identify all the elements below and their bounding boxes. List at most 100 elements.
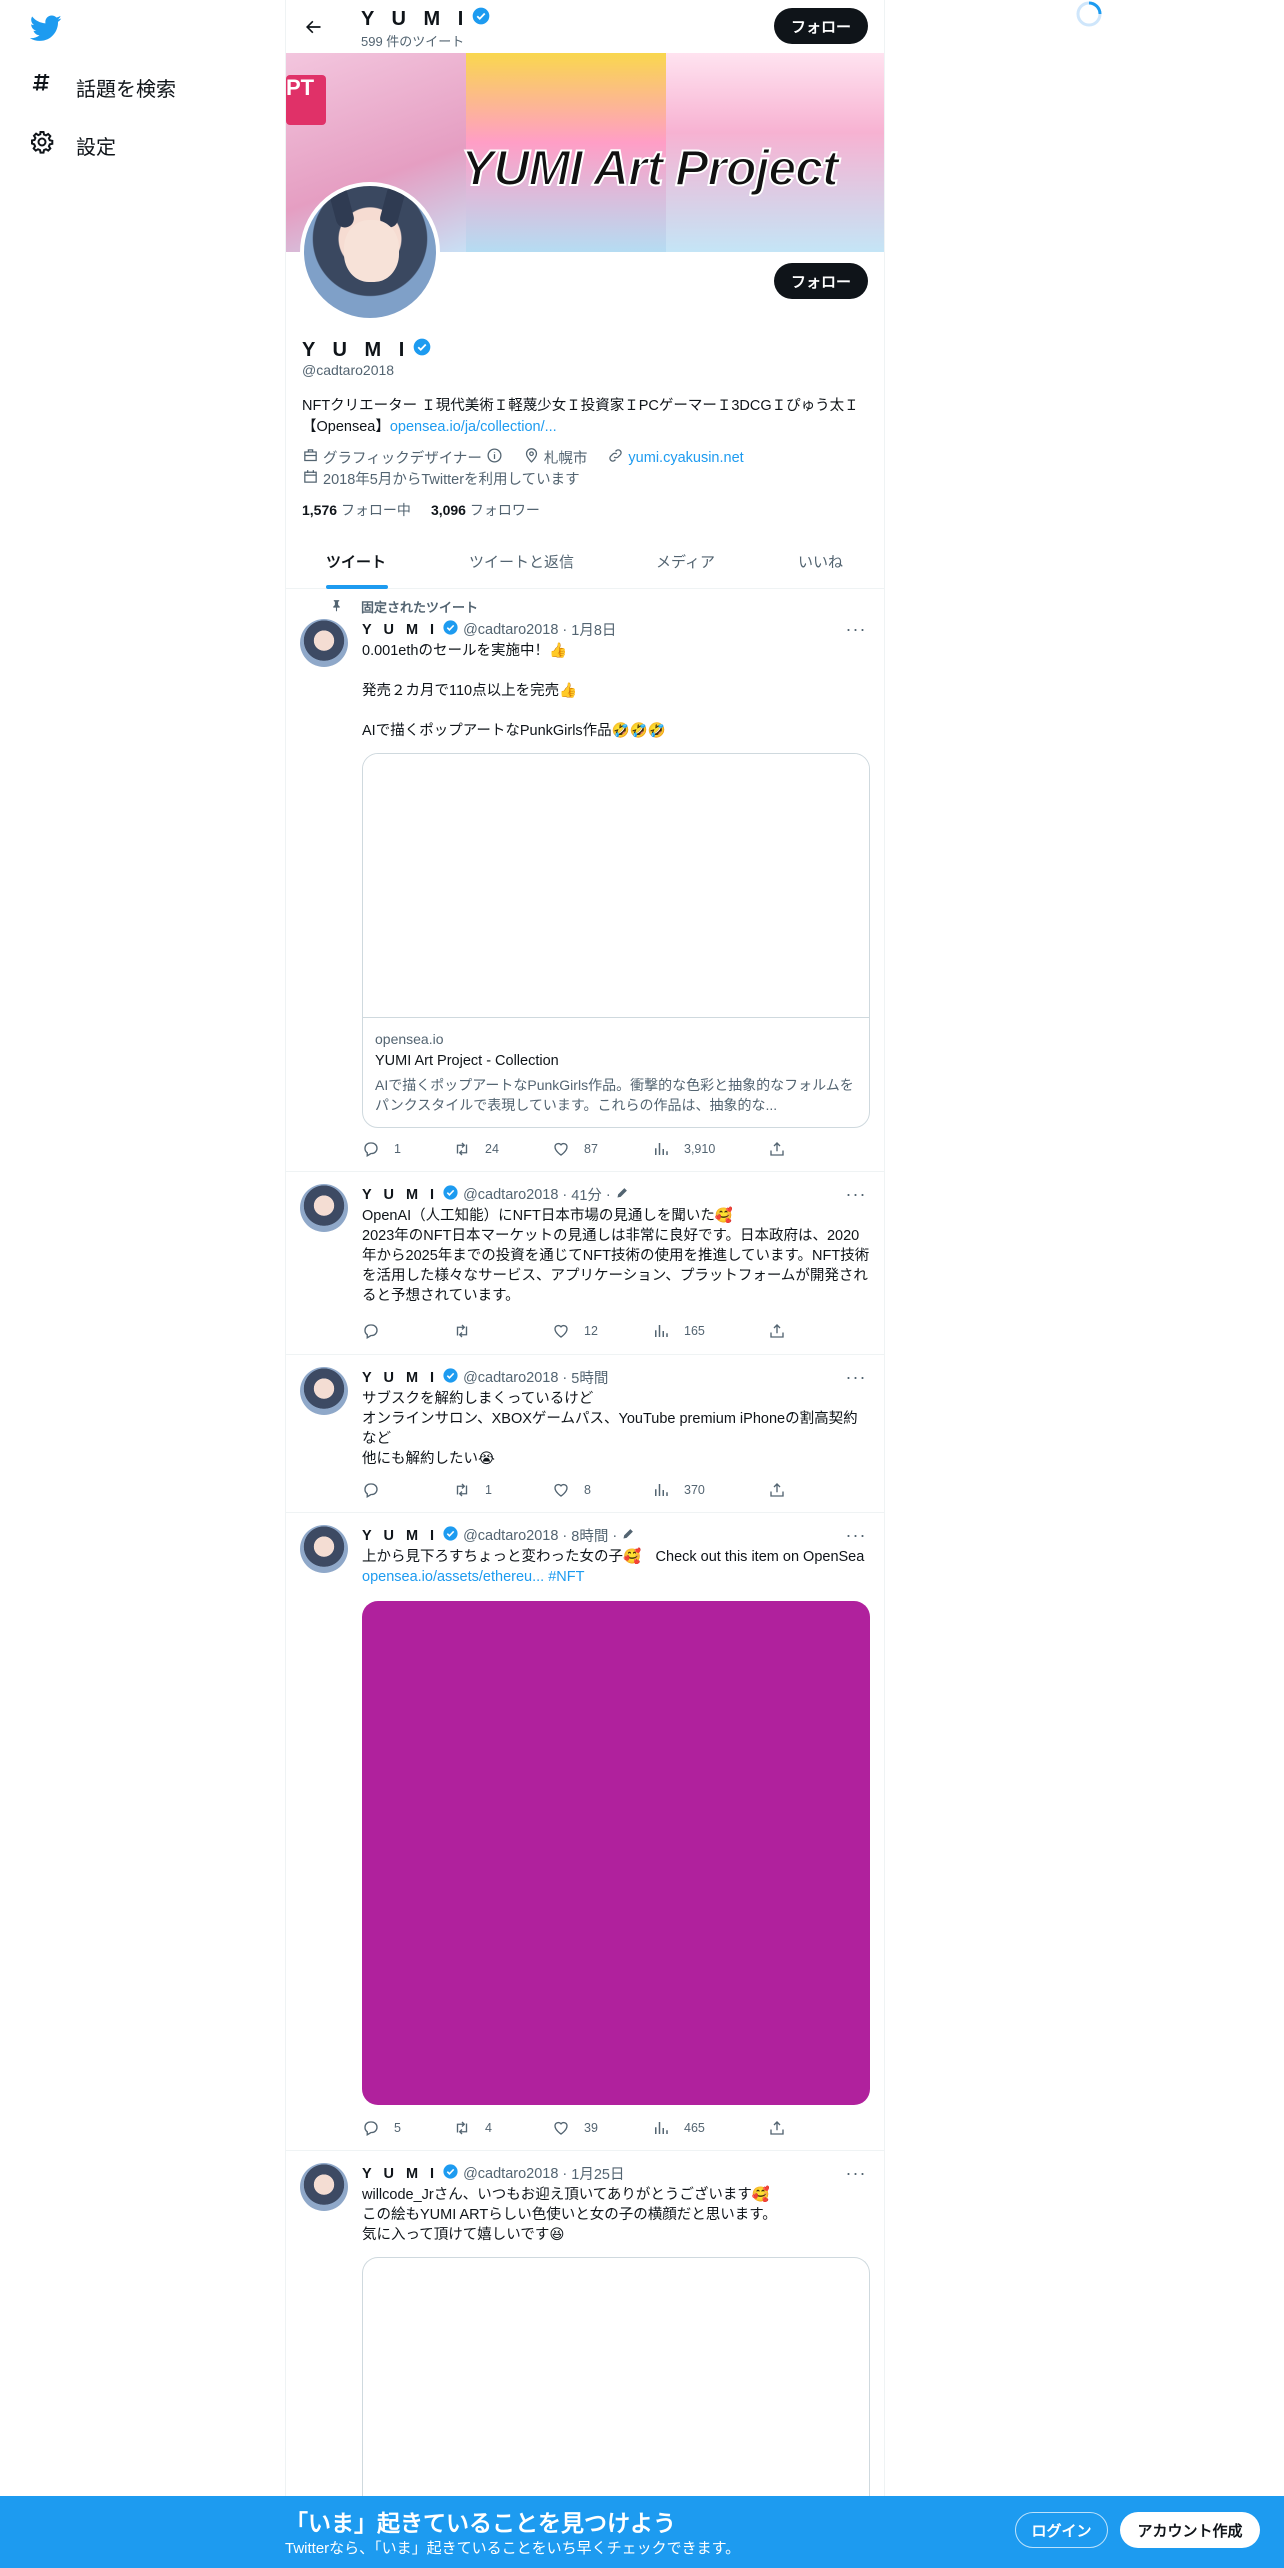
reply-icon (364, 1483, 378, 1498)
profile-bio: NFTクリエーター Ｉ現代美術Ｉ軽蔑少女Ｉ投資家ＩPCゲーマーＩ3DCGＩぴゅう… (302, 396, 872, 438)
like-button[interactable]: 87 (552, 1140, 598, 1158)
follow-stats: 1,576 フォロー中 3,096 フォロワー (302, 500, 540, 520)
tweet-avatar[interactable] (300, 2163, 348, 2211)
profile-meta-row: グラフィックデザイナー 札幌市 yumi.cyakusin.net (302, 447, 744, 468)
views-button[interactable]: 370 (652, 1481, 705, 1499)
tweet-media-image[interactable] (362, 1601, 870, 2105)
following-stat[interactable]: 1,576 フォロー中 (302, 500, 411, 520)
login-button[interactable]: ログイン (1015, 2512, 1108, 2548)
profile-header-bar: Y U M I 599 件のツイート フォロー (286, 0, 884, 53)
profile-avatar[interactable] (300, 182, 440, 322)
tweet-time[interactable]: 8時間 (571, 1525, 608, 1546)
tweet-author-name[interactable]: Y U M I (362, 2166, 438, 2182)
bio-link[interactable]: opensea.io/ja/collection/... (390, 419, 557, 435)
tweet-avatar[interactable] (300, 1184, 348, 1232)
verified-badge-icon (412, 337, 432, 363)
loading-spinner-icon (1075, 0, 1103, 28)
reply-button[interactable] (362, 1481, 394, 1499)
views-button[interactable]: 165 (652, 1322, 705, 1340)
like-button[interactable]: 39 (552, 2119, 598, 2137)
tab-media[interactable]: メディア (656, 534, 715, 589)
tweet[interactable]: 固定されたツイート Y U M I @cadtaro2018 · 1月8日 ··… (286, 589, 884, 1172)
tweet-avatar[interactable] (300, 1367, 348, 1415)
signup-banner: 「いま」起きていることを見つけよう Twitterなら、「いま」起きていることを… (0, 2496, 1284, 2568)
pinned-label: 固定されたツイート (330, 597, 478, 616)
tweet-avatar[interactable] (300, 1525, 348, 1573)
tab-tweets[interactable]: ツイート (326, 534, 386, 589)
share-button[interactable] (768, 1481, 786, 1499)
retweet-icon (456, 1142, 468, 1156)
tweet-link[interactable]: opensea.io/assets/ethereu... (362, 1569, 544, 1585)
tweet-author-name[interactable]: Y U M I (362, 1528, 438, 1544)
link-card-image (363, 754, 869, 1018)
tweet-handle[interactable]: @cadtaro2018 (463, 1528, 558, 1544)
share-button[interactable] (768, 1322, 786, 1340)
edited-pencil-icon[interactable] (621, 1526, 636, 1545)
hashtag-link[interactable]: #NFT (544, 1569, 584, 1585)
tweet-card-image[interactable] (362, 2257, 870, 2517)
tweet-handle[interactable]: @cadtaro2018 (463, 2166, 558, 2182)
tweet-handle[interactable]: @cadtaro2018 (463, 1370, 558, 1386)
tweet-author-name[interactable]: Y U M I (362, 622, 438, 638)
tab-tweets-and-replies[interactable]: ツイートと返信 (469, 534, 574, 589)
more-options-icon[interactable]: ··· (846, 1367, 866, 1387)
back-arrow-icon[interactable] (298, 12, 328, 42)
verified-badge-icon (442, 1184, 459, 1205)
more-options-icon[interactable]: ··· (846, 1184, 866, 1204)
twitter-logo-icon[interactable] (29, 12, 66, 44)
link-card[interactable]: opensea.io YUMI Art Project - Collection… (362, 753, 870, 1128)
like-button[interactable]: 12 (552, 1322, 598, 1340)
tweet-actions: 1 8 370 (362, 1481, 842, 1501)
tweet-author-name[interactable]: Y U M I (362, 1187, 438, 1203)
like-button[interactable]: 8 (552, 1481, 591, 1499)
link-card-description: AIで描くポップアートなPunkGirls作品。衝撃的な色彩と抽象的なフォルムを… (375, 1077, 854, 1113)
profile-tabs: ツイート ツイートと返信 メディア いいね (286, 534, 884, 589)
header-name-text: Y U M I (361, 7, 470, 30)
info-icon[interactable] (486, 447, 503, 468)
create-account-button[interactable]: アカウント作成 (1120, 2512, 1260, 2548)
views-button[interactable]: 465 (652, 2119, 705, 2137)
tweet[interactable]: Y U M I @cadtaro2018 · 5時間 ··· サブスクを解約しま… (286, 1355, 884, 1513)
share-button[interactable] (768, 1140, 786, 1158)
nav-explore[interactable]: 話題を検索 (30, 67, 176, 107)
tweet-author-name[interactable]: Y U M I (362, 1370, 438, 1386)
retweet-button[interactable]: 24 (453, 1140, 499, 1158)
more-options-icon[interactable]: ··· (846, 619, 866, 639)
tweet-handle[interactable]: @cadtaro2018 (463, 1187, 558, 1203)
tweet-time[interactable]: 5時間 (571, 1367, 608, 1388)
retweet-button[interactable] (453, 1322, 485, 1340)
reply-button[interactable]: 5 (362, 2119, 401, 2137)
tweet-actions: 1 24 87 3,910 (362, 1140, 842, 1160)
views-button[interactable]: 3,910 (652, 1140, 715, 1158)
edited-pencil-icon[interactable] (615, 1185, 630, 1204)
tweet-time[interactable]: 1月25日 (571, 2163, 624, 2184)
profile-website-link[interactable]: yumi.cyakusin.net (628, 450, 743, 466)
location-icon (523, 447, 540, 468)
reply-button[interactable] (362, 1322, 394, 1340)
tweet-handle[interactable]: @cadtaro2018 (463, 622, 558, 638)
header-follow-button[interactable]: フォロー (774, 8, 868, 44)
tweet-text: 0.001ethのセールを実施中！👍 発売２カ月で110点以上を完売👍 AIで描… (362, 643, 666, 739)
tweet[interactable]: Y U M I @cadtaro2018 · 41分 · ··· OpenAI（… (286, 1172, 884, 1355)
more-options-icon[interactable]: ··· (846, 1525, 866, 1545)
verified-badge-icon (471, 6, 491, 32)
heart-icon (554, 2121, 568, 2135)
tweet[interactable]: Y U M I @cadtaro2018 · 1月25日 ··· willcod… (286, 2151, 884, 2517)
tweet-time[interactable]: 41分 (571, 1184, 602, 1205)
reply-button[interactable]: 1 (362, 1140, 401, 1158)
retweet-button[interactable]: 1 (453, 1481, 492, 1499)
share-button[interactable] (768, 2119, 786, 2137)
retweet-button[interactable]: 4 (453, 2119, 492, 2137)
profile-location: 札幌市 (543, 451, 588, 467)
share-icon (770, 1483, 784, 1497)
tab-likes[interactable]: いいね (798, 534, 843, 589)
followers-stat[interactable]: 3,096 フォロワー (431, 500, 540, 520)
tweet[interactable]: Y U M I @cadtaro2018 · 8時間 · ··· 上から見下ろす… (286, 1513, 884, 2151)
nav-settings[interactable]: 設定 (30, 125, 116, 165)
tweet-avatar[interactable] (300, 619, 348, 667)
tweet-time[interactable]: 1月8日 (571, 619, 616, 640)
profile-follow-button[interactable]: フォロー (774, 263, 868, 299)
gear-icon (30, 130, 54, 160)
tweet-actions: 5 4 39 465 (362, 2119, 842, 2139)
more-options-icon[interactable]: ··· (846, 2163, 866, 2183)
